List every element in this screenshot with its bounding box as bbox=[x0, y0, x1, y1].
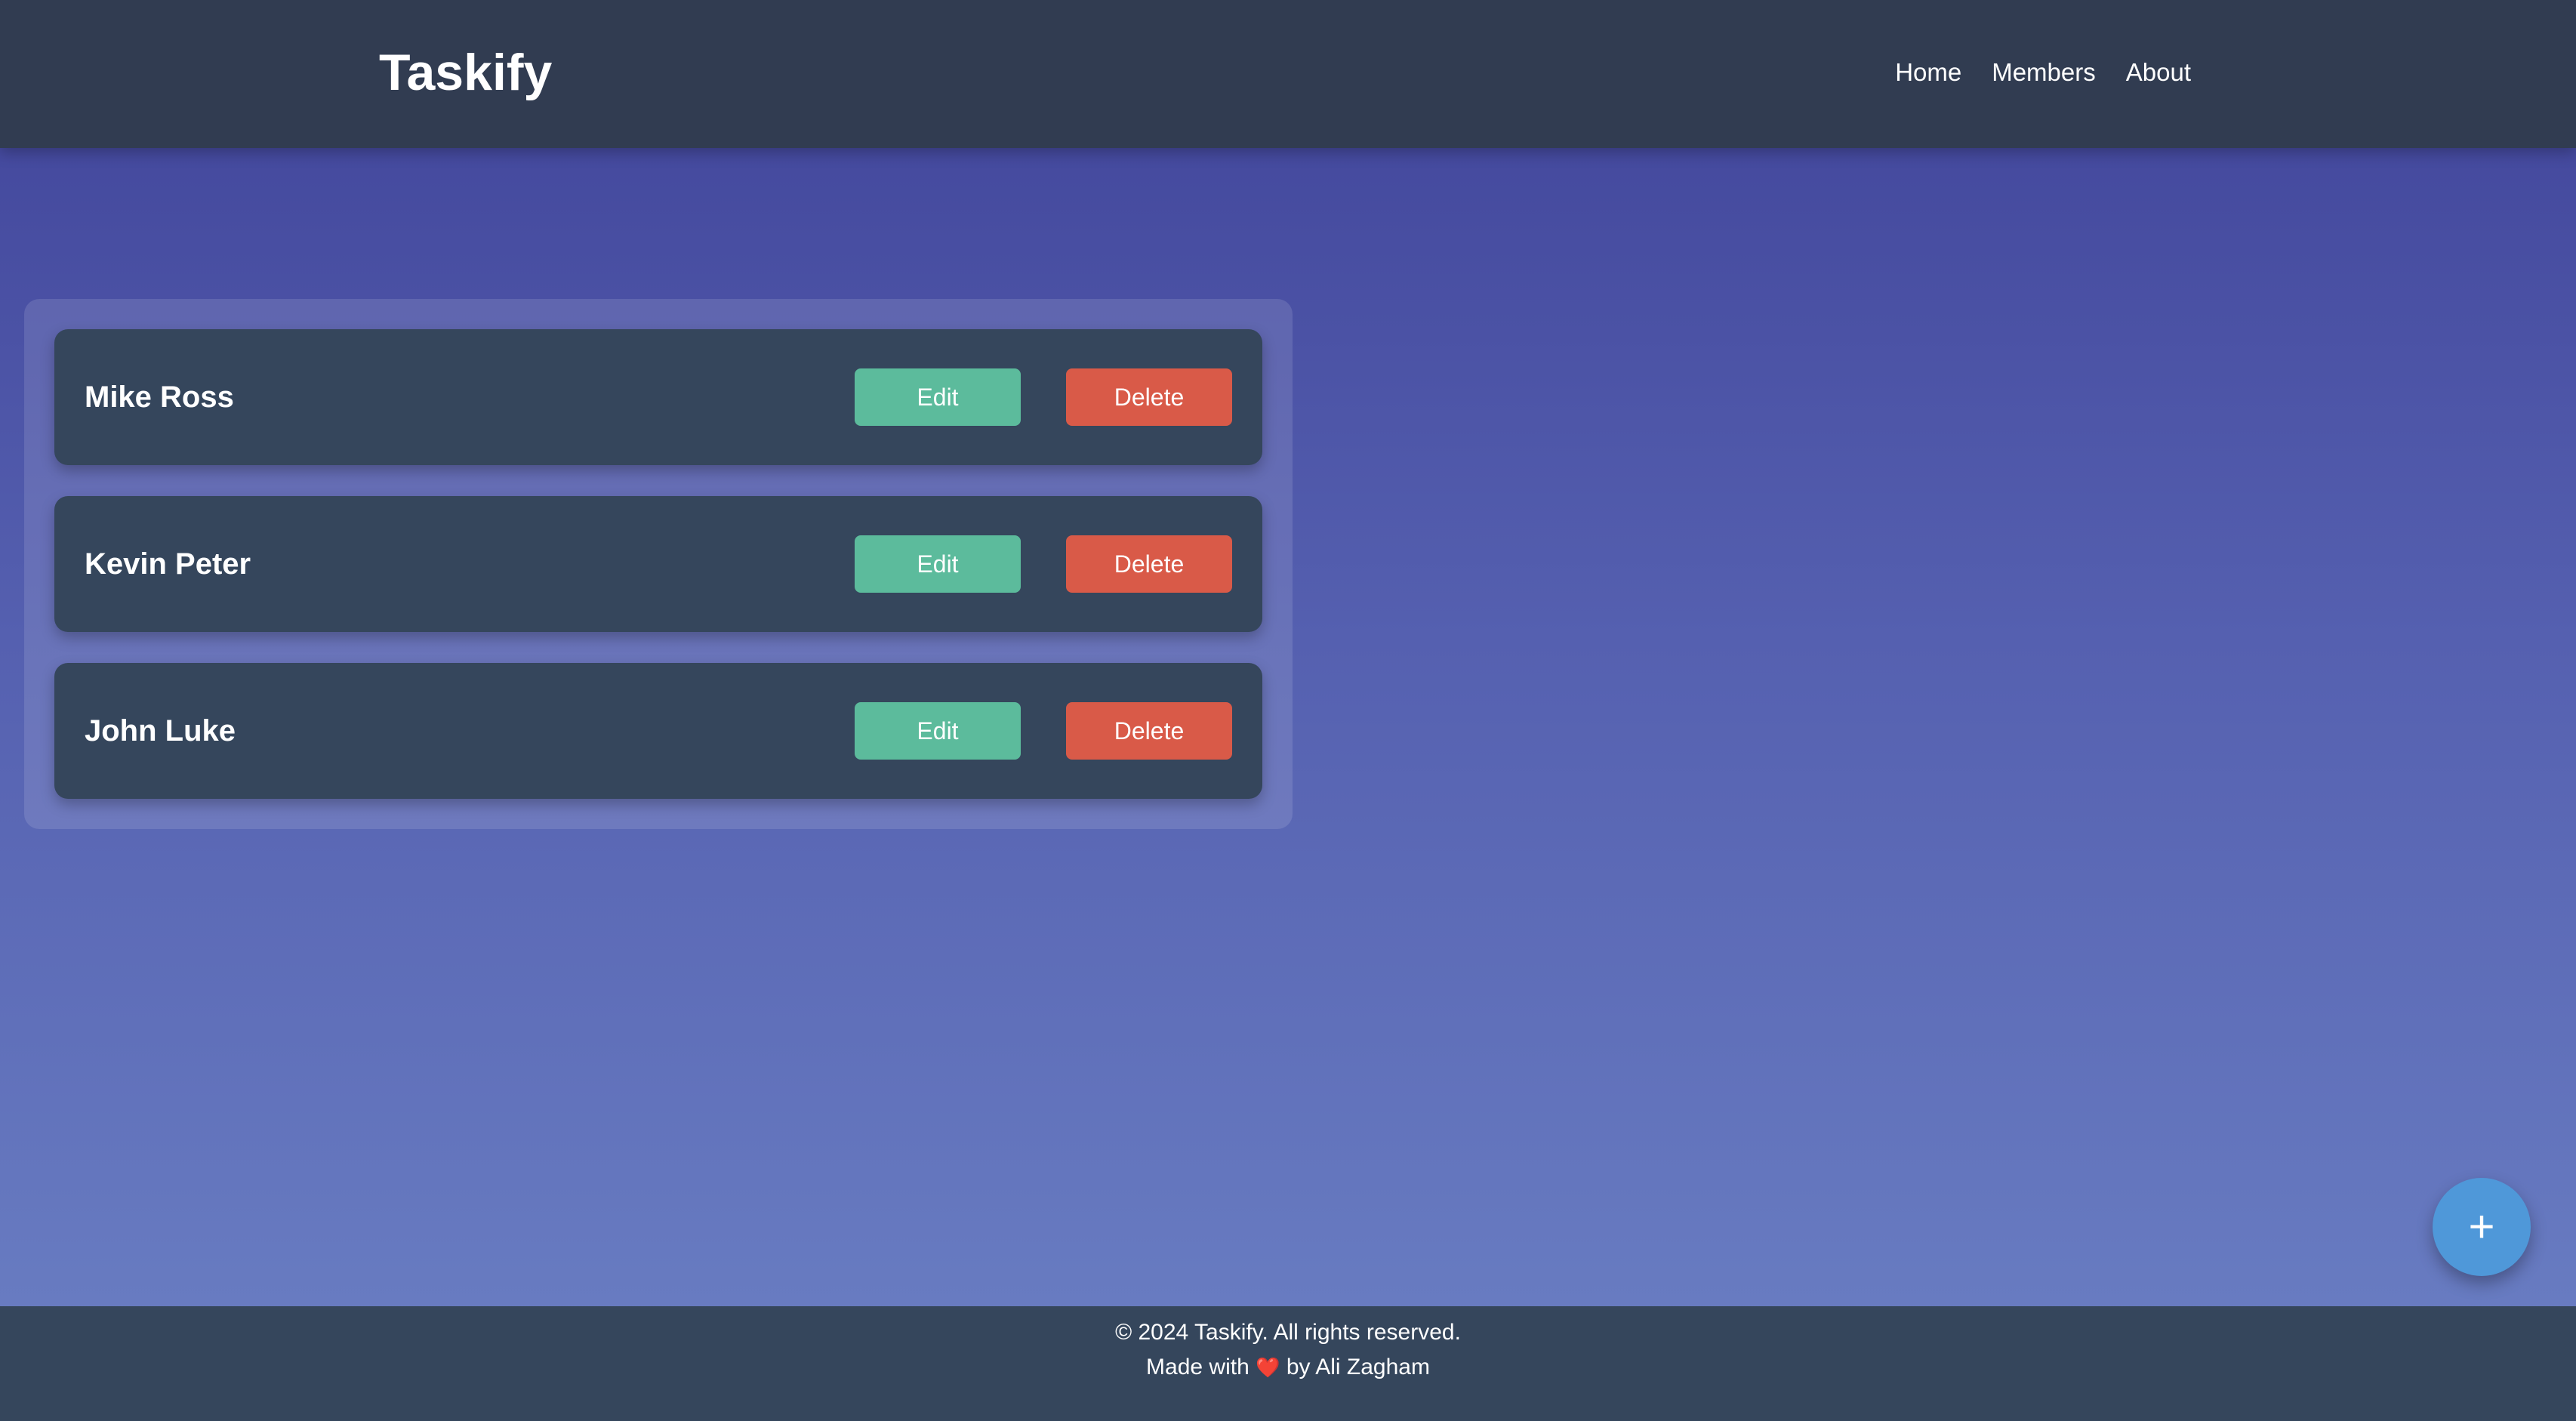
edit-button[interactable]: Edit bbox=[855, 702, 1021, 760]
app-logo[interactable]: Taskify bbox=[379, 41, 552, 104]
nav-about-link[interactable]: About bbox=[2126, 54, 2191, 91]
member-list: Mike Ross Edit Delete Kevin Peter Edit D… bbox=[24, 299, 1293, 829]
app-header: Taskify Home Members About bbox=[0, 0, 2576, 148]
member-name: John Luke bbox=[85, 714, 236, 747]
heart-icon: ❤️ bbox=[1256, 1356, 1280, 1379]
edit-button[interactable]: Edit bbox=[855, 368, 1021, 426]
credit-prefix: Made with bbox=[1146, 1355, 1249, 1379]
edit-button[interactable]: Edit bbox=[855, 535, 1021, 593]
nav-members-link[interactable]: Members bbox=[1992, 54, 2096, 91]
add-member-button[interactable]: + bbox=[2433, 1178, 2531, 1276]
member-card: Kevin Peter Edit Delete bbox=[54, 496, 1262, 632]
copyright-text: © 2024 Taskify. All rights reserved. bbox=[1115, 1320, 1461, 1345]
member-card: John Luke Edit Delete bbox=[54, 663, 1262, 799]
nav-home-link[interactable]: Home bbox=[1895, 54, 1961, 91]
delete-button[interactable]: Delete bbox=[1066, 535, 1232, 593]
delete-button[interactable]: Delete bbox=[1066, 368, 1232, 426]
delete-button[interactable]: Delete bbox=[1066, 702, 1232, 760]
app-footer: © 2024 Taskify. All rights reserved. Mad… bbox=[0, 1306, 2576, 1421]
member-card: Mike Ross Edit Delete bbox=[54, 329, 1262, 465]
member-name: Mike Ross bbox=[85, 381, 234, 414]
credit-line: Made with ❤️ by Ali Zagham bbox=[0, 1350, 2576, 1385]
credit-suffix: by Ali Zagham bbox=[1286, 1355, 1430, 1379]
main-nav: Home Members About bbox=[1895, 54, 2191, 91]
member-name: Kevin Peter bbox=[85, 547, 251, 581]
